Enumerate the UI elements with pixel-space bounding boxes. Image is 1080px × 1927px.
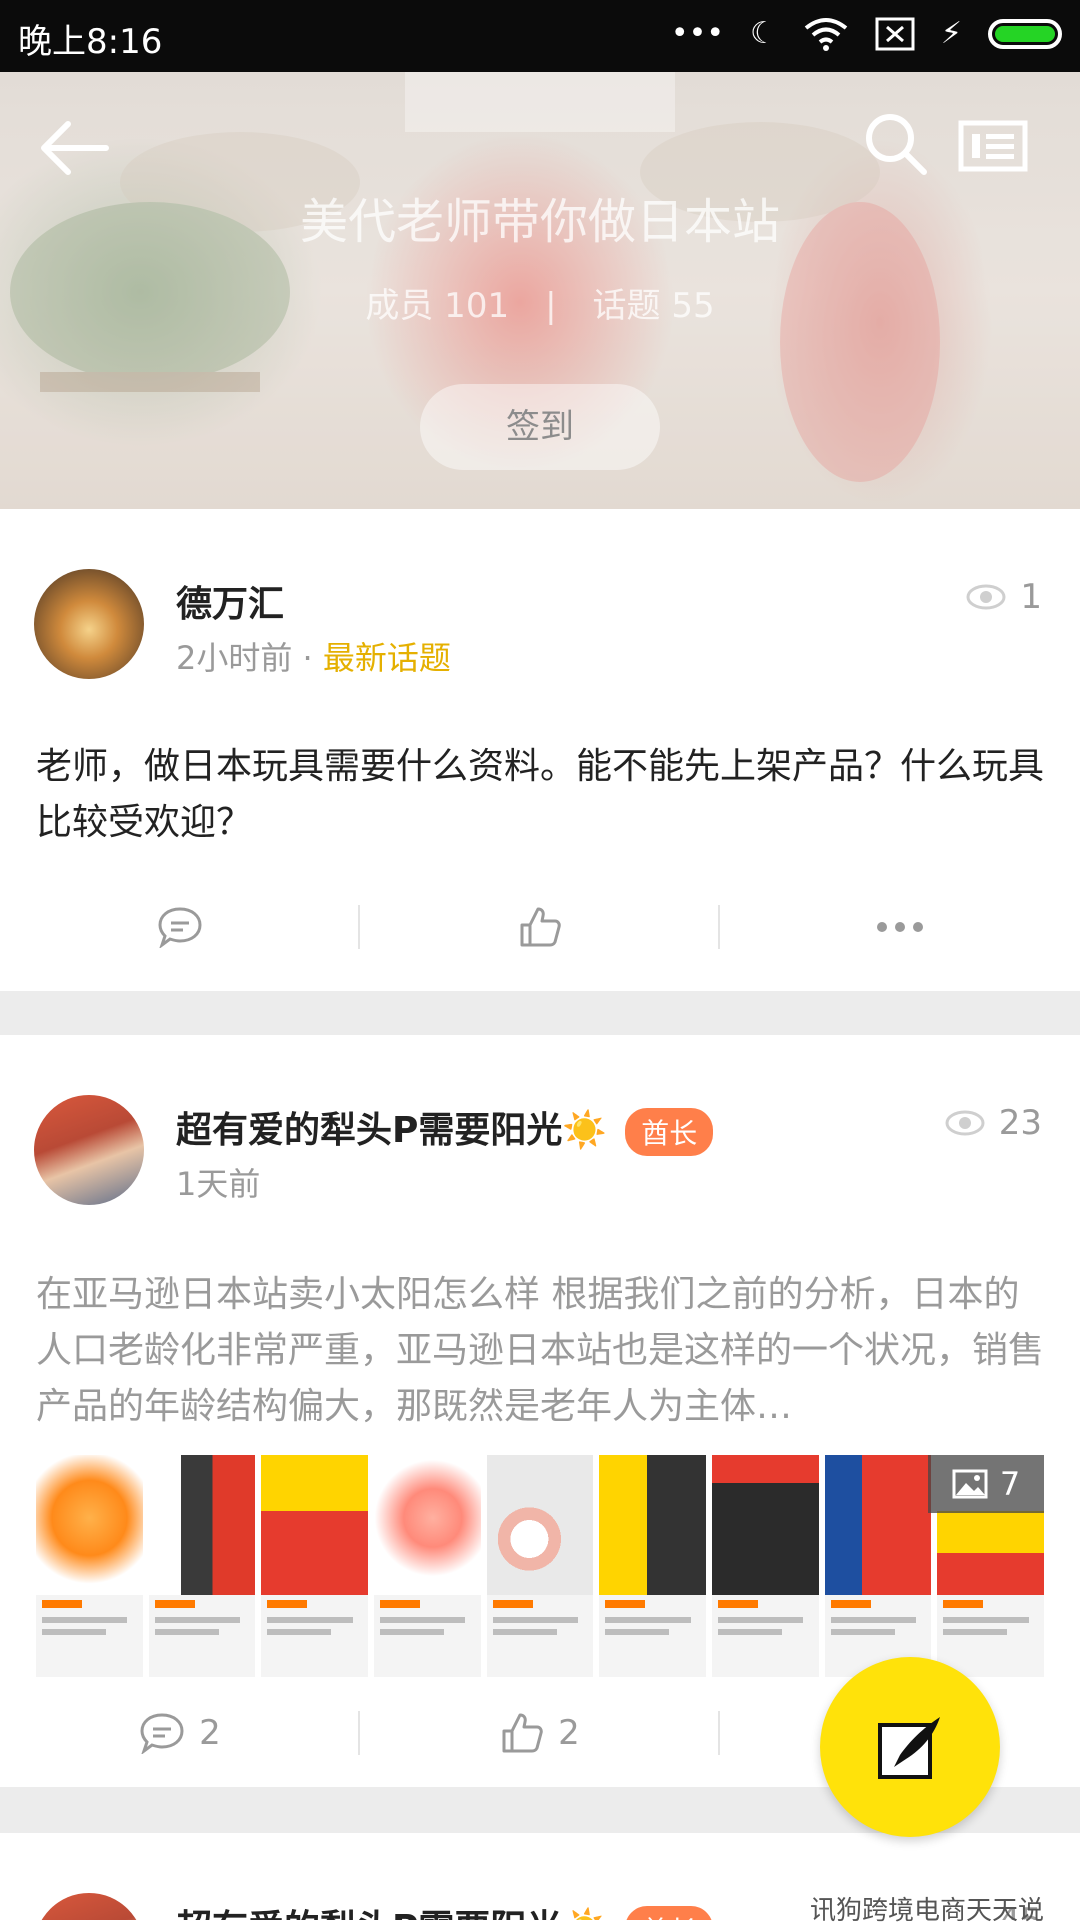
product-thumbnail[interactable] [261, 1455, 369, 1677]
avatar[interactable] [34, 1095, 144, 1205]
like-count: 2 [558, 1713, 580, 1753]
product-thumbnail[interactable] [824, 1455, 932, 1677]
post-content[interactable]: 老师，做日本玩具需要什么资料。能不能先上架产品？什么玩具比较受欢迎？ [36, 739, 1046, 851]
status-time: 晚上8:16 [18, 22, 163, 62]
section-divider [0, 991, 1080, 1035]
image-strip[interactable]: 7 [36, 1455, 1045, 1677]
more-button[interactable] [720, 897, 1080, 957]
comment-button[interactable] [0, 897, 360, 957]
post-tag: 最新话题 [322, 639, 451, 677]
wifi-icon [804, 18, 848, 51]
post-author-row: 超有爱的犁头P需要阳光☀️ 酋长 [176, 1899, 714, 1920]
more-dots-icon [877, 922, 923, 932]
avatar[interactable] [34, 569, 144, 679]
view-count: 1 [966, 577, 1042, 617]
image-icon [952, 1469, 988, 1499]
avatar[interactable] [34, 1893, 144, 1920]
comment-icon [140, 1713, 184, 1754]
post-meta: 2小时前 · 最新话题 [176, 633, 451, 679]
thumbs-up-icon [502, 1713, 543, 1753]
checkin-button[interactable]: 签到 [420, 384, 660, 470]
comment-button[interactable]: 2 [0, 1703, 360, 1763]
post-author[interactable]: 超有爱的犁头P需要阳光☀️ [176, 1110, 607, 1151]
compose-quill-icon [878, 1717, 940, 1779]
group-info-icon[interactable] [958, 120, 1028, 172]
role-badge: 酋长 [625, 1906, 714, 1920]
status-bar: 晚上8:16 ••• ☾ ⚡ [0, 0, 1080, 72]
product-thumbnail[interactable] [486, 1455, 594, 1677]
compose-button[interactable] [820, 1657, 1000, 1837]
thumbs-up-icon [520, 907, 561, 947]
post-time: 1天前 [176, 1165, 261, 1203]
charging-icon: ⚡ [940, 16, 962, 51]
post-content[interactable]: 在亚马逊日本站卖小太阳怎么样 根据我们之前的分析，日本的人口老龄化非常严重，亚马… [36, 1267, 1046, 1435]
stats-separator: | [545, 286, 557, 326]
role-badge: 酋长 [625, 1108, 714, 1156]
eye-icon [945, 1110, 985, 1136]
post-card[interactable]: 德万汇 2小时前 · 最新话题 1 老师，做日本玩具需要什么资料。能不能先上架产… [0, 509, 1080, 991]
post-author[interactable]: 超有爱的犁头P需要阳光☀️ [176, 1908, 607, 1920]
group-header: 美代老师带你做日本站 成员 101 | 话题 55 签到 [0, 72, 1080, 509]
no-sim-icon [875, 17, 915, 51]
like-button[interactable]: 2 [360, 1703, 720, 1763]
more-dots-icon: ••• [670, 16, 725, 51]
comment-icon [158, 907, 202, 948]
view-count-value: 23 [998, 1103, 1042, 1143]
comment-count: 2 [199, 1713, 221, 1753]
product-thumbnail[interactable] [599, 1455, 707, 1677]
eye-icon [966, 584, 1006, 610]
post-action-bar [0, 897, 1080, 957]
post-time: 2小时前 [176, 639, 293, 677]
product-thumbnail[interactable] [148, 1455, 256, 1677]
view-count: 23 [945, 1103, 1042, 1143]
product-thumbnail[interactable] [36, 1455, 143, 1677]
view-count-value: 1 [1020, 577, 1042, 617]
post-author-row: 超有爱的犁头P需要阳光☀️ 酋长 [176, 1101, 714, 1156]
topics-count: 话题 55 [592, 286, 715, 326]
like-button[interactable] [360, 897, 720, 957]
members-count: 成员 101 [365, 286, 510, 326]
group-stats: 成员 101 | 话题 55 [0, 278, 1080, 327]
image-count-badge: 7 [928, 1455, 1044, 1513]
image-count: 7 [999, 1465, 1021, 1503]
battery-icon [988, 19, 1062, 49]
back-arrow-icon[interactable] [38, 112, 110, 184]
moon-icon: ☾ [750, 16, 777, 51]
meta-dot: · [302, 639, 313, 677]
search-icon[interactable] [862, 110, 928, 176]
product-thumbnail[interactable] [712, 1455, 819, 1677]
product-thumbnail[interactable] [374, 1455, 481, 1677]
post-author[interactable]: 德万汇 [176, 575, 284, 627]
watermark: 讯狗跨境电商天天说 [809, 1896, 1044, 1926]
group-title: 美代老师带你做日本站 [299, 194, 780, 250]
